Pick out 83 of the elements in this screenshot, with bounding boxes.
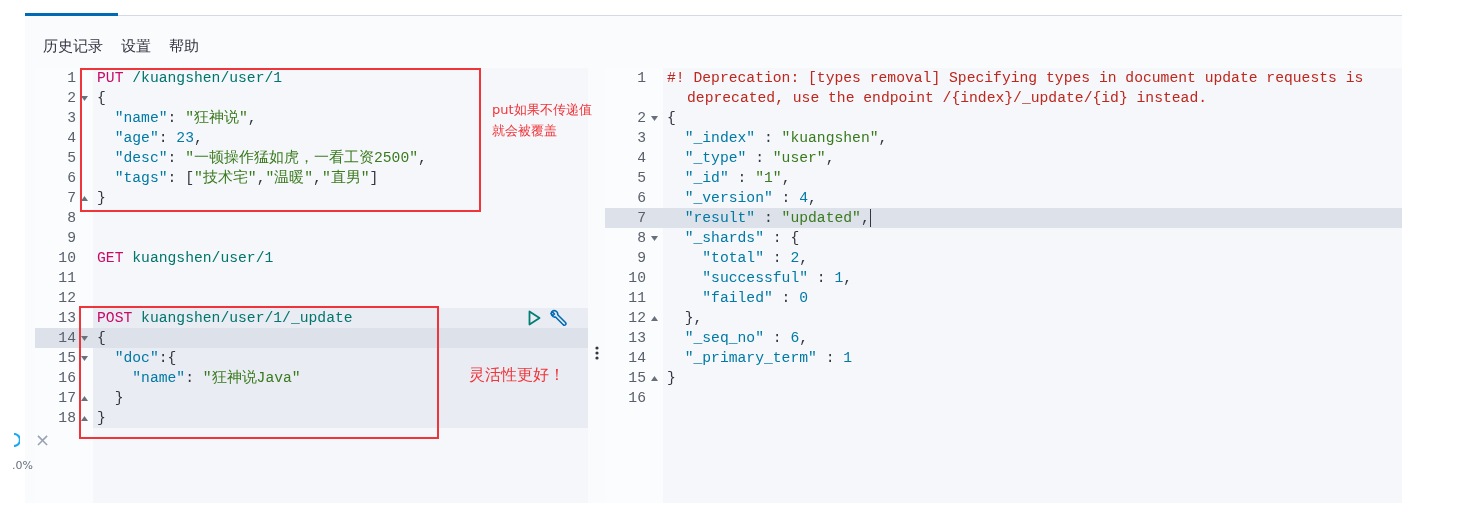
code-line: { xyxy=(96,329,107,348)
line-number: 16 xyxy=(627,389,646,408)
line-number: 6 xyxy=(66,169,76,188)
line-number: 13 xyxy=(57,309,76,328)
triangle-down-icon[interactable] xyxy=(651,235,658,241)
line-number: 9 xyxy=(636,249,646,268)
line-number: 7 xyxy=(636,209,646,228)
code-line: { xyxy=(96,89,107,108)
triangle-down-icon[interactable] xyxy=(81,95,88,101)
line-number: 11 xyxy=(57,269,76,288)
drag-handle-icon[interactable] xyxy=(594,346,599,360)
line-number: 5 xyxy=(636,169,646,188)
line-number: 2 xyxy=(636,109,646,128)
line-number: 3 xyxy=(636,129,646,148)
triangle-up-icon[interactable] xyxy=(651,315,658,321)
triangle-down-icon[interactable] xyxy=(81,355,88,361)
line-number: 8 xyxy=(636,229,646,248)
line-number: 17 xyxy=(57,389,76,408)
line-number: 4 xyxy=(636,149,646,168)
play-icon[interactable] xyxy=(528,310,541,326)
line-number: 16 xyxy=(57,369,76,388)
line-number: 1 xyxy=(66,69,76,88)
code-line: } xyxy=(96,409,107,428)
line-number: 14 xyxy=(57,329,76,348)
menu-item[interactable]: 设置 xyxy=(115,34,157,58)
annotation-note: 灵活性更好！ xyxy=(469,365,565,386)
line-number: 3 xyxy=(66,109,76,128)
code-line: "_seq_no" : 6, xyxy=(683,329,809,348)
triangle-down-icon[interactable] xyxy=(651,115,658,121)
code-line: #! Deprecation: [types removal] Specifying types in document update requests is deprecated, use the endpoint /{index}/_update/{id} instead. xyxy=(666,69,1365,108)
line-number: 12 xyxy=(627,309,646,328)
triangle-up-icon[interactable] xyxy=(81,195,88,201)
code-line: "tags": ["技术宅","温暖","直男"] xyxy=(113,168,379,188)
annotation-note: put如果不传递值就会被覆盖 xyxy=(492,101,593,140)
code-line: "_index" : "kuangshen", xyxy=(683,129,888,148)
code-line: "_primary_term" : 1 xyxy=(683,349,853,368)
line-number: 7 xyxy=(66,189,76,208)
line-number: 9 xyxy=(66,229,76,248)
code-line: }, xyxy=(683,309,704,328)
code-line: "result" : "updated", xyxy=(683,209,870,228)
line-number: 15 xyxy=(627,369,646,388)
code-line: POST kuangshen/user/1/_update xyxy=(96,309,353,328)
partial-icon xyxy=(14,433,20,447)
wrench-icon[interactable] xyxy=(549,308,568,328)
line-number: 12 xyxy=(57,289,76,308)
line-number: 4 xyxy=(66,129,76,148)
code-line: "age": 23, xyxy=(113,129,203,148)
line-number: 13 xyxy=(627,329,646,348)
line-number: 14 xyxy=(627,349,646,368)
menu-item[interactable]: 帮助 xyxy=(163,34,205,58)
code-line: "failed" : 0 xyxy=(701,289,809,308)
code-line: "_version" : 4, xyxy=(683,189,817,208)
code-line: } xyxy=(113,389,125,408)
line-number: 10 xyxy=(627,269,646,288)
line-number: 8 xyxy=(66,209,76,228)
line-number: 15 xyxy=(57,349,76,368)
line-number: 5 xyxy=(66,149,76,168)
code-line: "_shards" : { xyxy=(683,229,800,248)
line-number: 1 xyxy=(636,69,646,88)
triangle-up-icon[interactable] xyxy=(651,375,658,381)
triangle-down-icon[interactable] xyxy=(81,335,88,341)
triangle-up-icon[interactable] xyxy=(81,395,88,401)
code-line: "total" : 2, xyxy=(701,249,809,268)
code-line: "desc": "一顿操作猛如虎，一看工资2500", xyxy=(113,148,427,168)
code-line: "successful" : 1, xyxy=(701,269,853,288)
line-number: 6 xyxy=(636,189,646,208)
code-line: "_type" : "user", xyxy=(683,149,835,168)
percent-label: .0% xyxy=(12,459,33,472)
line-number: 10 xyxy=(57,249,76,268)
triangle-up-icon[interactable] xyxy=(81,415,88,421)
code-line: "name": "狂神说Java" xyxy=(131,368,301,388)
code-line: PUT /kuangshen/user/1 xyxy=(96,69,283,88)
code-line: "_id" : "1", xyxy=(683,169,791,188)
code-line: "name": "狂神说", xyxy=(113,108,257,128)
menu-item[interactable]: 历史记录 xyxy=(37,34,109,58)
code-line: GET kuangshen/user/1 xyxy=(96,249,274,268)
code-line: } xyxy=(666,369,677,388)
code-line: } xyxy=(96,189,107,208)
line-number: 2 xyxy=(66,89,76,108)
line-number: 18 xyxy=(57,409,76,428)
line-number: 11 xyxy=(627,289,646,308)
code-line: "doc":{ xyxy=(113,349,177,368)
code-line: { xyxy=(666,109,677,128)
